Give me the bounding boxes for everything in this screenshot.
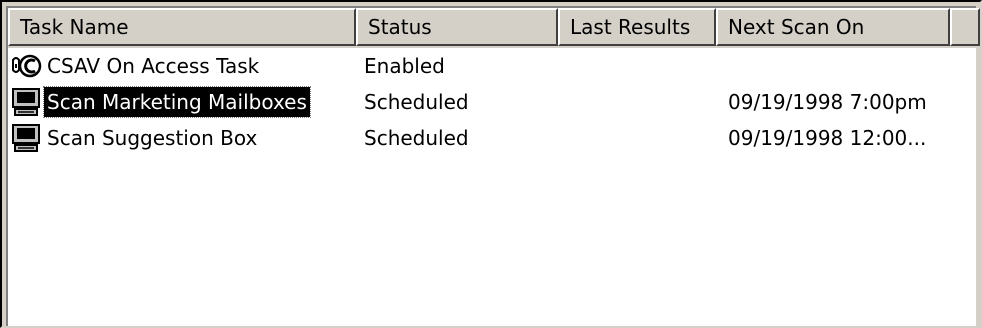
task-name-cell[interactable]: CSAV On Access Task — [10, 48, 262, 84]
column-header-last-results[interactable]: Last Results — [558, 8, 716, 46]
task-name-cell[interactable]: Scan Suggestion Box — [10, 120, 260, 156]
column-header-status[interactable]: Status — [356, 8, 558, 46]
table-row[interactable]: Scan Marketing Mailboxes Scheduled 09/19… — [8, 84, 976, 120]
table-row[interactable]: Scan Suggestion Box Scheduled 09/19/1998… — [8, 120, 976, 156]
list-view-body: Task Name Status Last Results Next Scan … — [6, 6, 980, 326]
task-rows: CSAV On Access Task Enabled Scan Marketi… — [8, 48, 976, 156]
task-status-cell: Scheduled — [364, 90, 469, 114]
task-list-view: Task Name Status Last Results Next Scan … — [0, 0, 982, 328]
task-name-label: Scan Suggestion Box — [47, 126, 258, 150]
column-header-bar: Task Name Status Last Results Next Scan … — [8, 8, 980, 48]
task-name-label: Scan Marketing Mailboxes — [43, 86, 311, 118]
task-next-scan-cell: 09/19/1998 12:00... — [728, 126, 927, 150]
table-row[interactable]: CSAV On Access Task Enabled — [8, 48, 976, 84]
task-name-cell[interactable]: Scan Marketing Mailboxes — [10, 84, 311, 120]
task-name-label: CSAV On Access Task — [47, 54, 260, 78]
column-header-task-name[interactable]: Task Name — [8, 8, 356, 46]
task-status-cell: Enabled — [364, 54, 445, 78]
column-header-filler — [950, 8, 980, 46]
task-status-cell: Scheduled — [364, 126, 469, 150]
on-access-shield-icon — [12, 54, 42, 78]
computer-icon — [12, 124, 40, 152]
computer-icon — [12, 88, 40, 116]
column-header-next-scan-on[interactable]: Next Scan On — [716, 8, 950, 46]
task-next-scan-cell: 09/19/1998 7:00pm — [728, 90, 927, 114]
